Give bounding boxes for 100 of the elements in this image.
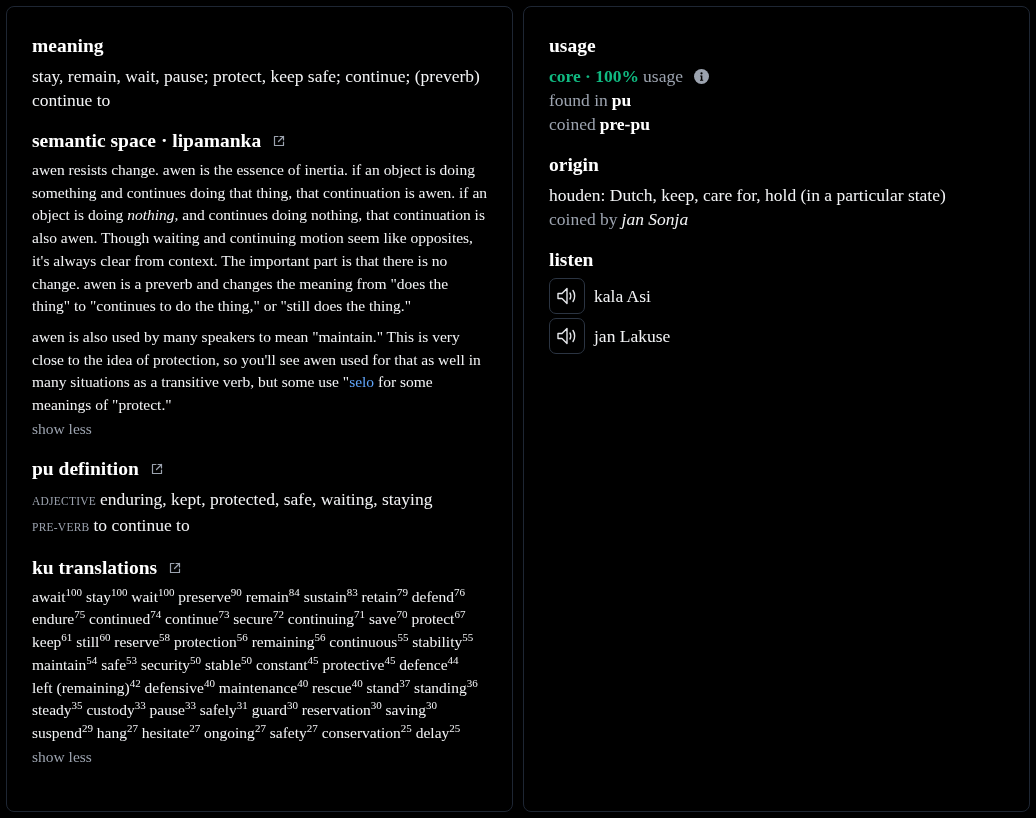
- usage-score: 58: [159, 631, 171, 644]
- word-link[interactable]: selo: [349, 373, 375, 391]
- show-less-button[interactable]: show less: [32, 417, 92, 440]
- coiner-name: jan Sonja: [621, 208, 689, 231]
- usage-score: 45: [384, 653, 396, 666]
- usage-score: 56: [236, 631, 248, 644]
- usage-score: 30: [426, 699, 437, 712]
- paragraph: awen resists change. awen is the essence of inertia. if an object is doing something and continues doing that thing, that continuation is awen. if an object is doing nothing, and continues doing nothing, that continuation is also awen. Though waiting and continuing motion seem like opposites, it's always clear from context. The important part is that there is no change. awen is a preverb and changes the meaning from "does the thing" to "continues to do the thing," or "still does the thing.": [32, 160, 488, 317]
- translation-word: sustain: [303, 587, 347, 605]
- part-of-speech: PRE-VERB: [32, 520, 90, 533]
- usage-score: 79: [396, 585, 408, 598]
- translation-word: stability: [412, 633, 463, 651]
- usage-score: 83: [346, 585, 358, 598]
- usage-score: 27: [189, 721, 201, 734]
- usage-score: 72: [272, 608, 284, 621]
- usage-score: 55: [462, 631, 474, 644]
- speaker-name: jan Lakuse: [594, 325, 671, 348]
- usage-score: 35: [71, 699, 83, 712]
- usage-score: 70: [396, 608, 408, 621]
- translation-word: guard: [251, 701, 287, 719]
- info-icon[interactable]: [693, 68, 709, 84]
- translation-word: standing: [414, 678, 467, 696]
- speaker-name: kala Asi: [594, 285, 651, 308]
- origin-text: houden: Dutch, keep, care for, hold (in a particular state): [549, 184, 947, 207]
- translation-word: defence: [399, 655, 448, 673]
- translation-word: protect: [411, 610, 455, 628]
- translation-word: still: [76, 633, 100, 651]
- usage-score: 54: [86, 653, 98, 666]
- play-audio-button[interactable]: [549, 278, 585, 314]
- translation-word: remaining: [251, 633, 315, 651]
- usage-label: usage: [643, 65, 683, 88]
- translation-word: retain: [361, 587, 397, 605]
- usage-score: 25: [400, 721, 412, 734]
- translation-word: rescue: [312, 678, 352, 696]
- section-heading: listen: [549, 248, 594, 272]
- external-link-icon[interactable]: [169, 561, 182, 574]
- detail-value: pu: [611, 89, 632, 112]
- external-link-icon[interactable]: [150, 462, 163, 475]
- translation-word: await: [32, 587, 66, 605]
- translation-word: safety: [269, 723, 307, 741]
- usage-score: 44: [447, 653, 459, 666]
- usage-score: 90: [230, 585, 242, 598]
- translation-word: custody: [86, 701, 135, 719]
- translation-word: reservation: [301, 701, 371, 719]
- usage-score: 76: [453, 585, 465, 598]
- usage-score: 30: [370, 699, 382, 712]
- translation-word: left (remaining): [32, 678, 130, 696]
- show-less-button[interactable]: show less: [32, 745, 92, 768]
- usage-score: 27: [254, 721, 266, 734]
- definition-text: to continue to: [93, 514, 190, 535]
- translation-word: suspend: [32, 723, 82, 741]
- usage-score: 29: [81, 721, 93, 734]
- translation-word: stable: [204, 655, 242, 673]
- translation-word: ongoing: [204, 723, 255, 741]
- translation-word: saving: [385, 701, 426, 719]
- translation-word: continued: [89, 610, 151, 628]
- translation-word: stand: [366, 678, 400, 696]
- definition-text: enduring, kept, protected, safe, waiting, staying: [100, 488, 433, 509]
- section-heading: origin: [549, 153, 599, 177]
- translation-word: continuing: [287, 610, 355, 628]
- translation-word: protection: [173, 633, 237, 651]
- translation-word: protective: [322, 655, 385, 673]
- usage-score: 33: [134, 699, 146, 712]
- usage-category: core · 100%: [549, 65, 640, 88]
- usage-score: 45: [307, 653, 319, 666]
- translation-word: security: [140, 655, 191, 673]
- translation-word: pause: [149, 701, 185, 719]
- detail-label: coined: [549, 113, 596, 136]
- meaning-text: stay, remain, wait, pause; protect, keep safe; continue; (preverb) continue to: [32, 65, 481, 112]
- usage-score: 100: [65, 585, 83, 598]
- section-heading: meaning: [32, 34, 104, 58]
- translation-word: hesitate: [141, 723, 190, 741]
- usage-score: 40: [297, 676, 309, 689]
- usage-score: 73: [218, 608, 230, 621]
- detail-label: found in: [549, 89, 608, 112]
- translation-word: preserve: [178, 587, 231, 605]
- translation-word: endure: [32, 610, 75, 628]
- usage-score: 84: [288, 585, 300, 598]
- usage-score: 74: [150, 608, 162, 621]
- translation-word: continuous: [329, 633, 398, 651]
- usage-score: 31: [236, 699, 248, 712]
- part-of-speech: ADJECTIVE: [32, 494, 97, 507]
- usage-score: 61: [61, 631, 73, 644]
- section-heading: semantic space · lipamanka: [32, 129, 262, 153]
- paragraph: awen is also used by many speakers to mean "maintain." This is very close to the idea of protection, so you'll see awen used for that as well in many situations as a transitive verb, but some use "selo for some meanings of "protect.": [32, 326, 482, 416]
- external-link-icon[interactable]: [273, 135, 286, 147]
- translation-word: keep: [32, 633, 62, 651]
- translation-word: continue: [165, 610, 219, 628]
- usage-score: 56: [314, 631, 326, 644]
- usage-score: 33: [184, 699, 196, 712]
- translation-word: wait: [131, 587, 158, 605]
- usage-score: 42: [129, 676, 141, 689]
- usage-score: 100: [110, 585, 128, 598]
- section-heading: ku translations: [32, 555, 158, 580]
- speaker-icon: [556, 285, 578, 307]
- detail-value: pre-pu: [599, 113, 650, 136]
- translation-word: maintain: [32, 655, 87, 673]
- usage-score: 50: [241, 653, 253, 666]
- play-audio-button[interactable]: [549, 318, 585, 354]
- translation-word: hang: [96, 723, 127, 741]
